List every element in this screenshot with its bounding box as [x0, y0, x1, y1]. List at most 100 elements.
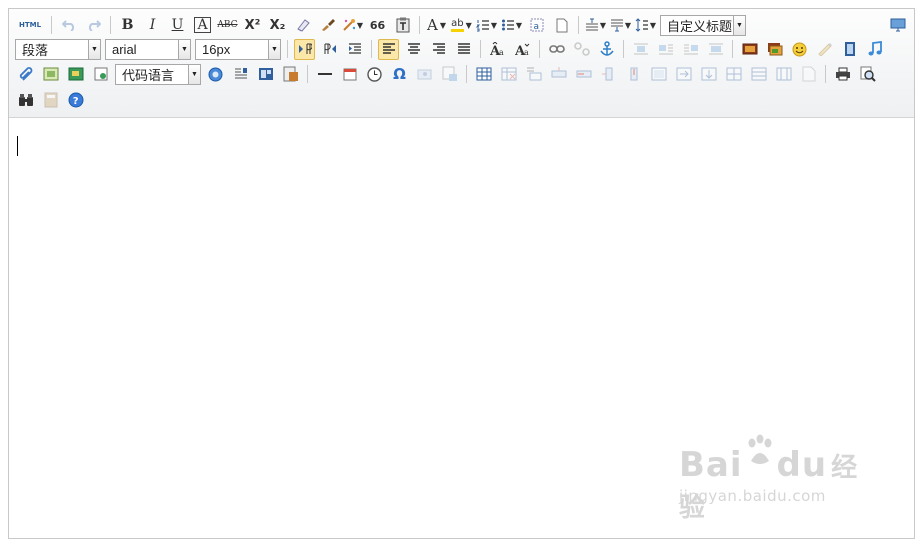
strikethrough-button[interactable]: ABC: [217, 15, 238, 36]
forecolor-button[interactable]: A ▼: [426, 15, 447, 36]
emotion-button[interactable]: [789, 39, 810, 60]
selectall-button[interactable]: a: [526, 15, 547, 36]
magic-wand-icon: [343, 19, 355, 31]
iframe-icon: [94, 67, 107, 81]
splittocols-button[interactable]: [773, 64, 794, 85]
svg-text:a: a: [499, 48, 504, 57]
unlink-button[interactable]: [571, 39, 592, 60]
time-button[interactable]: [364, 64, 385, 85]
justify-full-button[interactable]: [453, 39, 474, 60]
redo-button[interactable]: [83, 15, 104, 36]
unordered-list-icon: [502, 19, 514, 31]
rowspacingbottom-button[interactable]: ▼: [610, 15, 631, 36]
horizontal-rule-button[interactable]: [314, 64, 335, 85]
touppercase-button[interactable]: Aa: [487, 39, 508, 60]
italic-button[interactable]: I: [142, 15, 163, 36]
autotypeset-button[interactable]: ▼: [342, 15, 363, 36]
toolbar-row-1: HTML B I U A ABC X² X₂ ▼ 66 A ▼ ab ▼ ▼ ▼ a: [13, 13, 748, 37]
separator: [287, 40, 288, 58]
fontborder-button[interactable]: A: [192, 15, 213, 36]
special-chars-button[interactable]: Ω: [389, 64, 410, 85]
date-button[interactable]: [339, 64, 360, 85]
justify-right-button[interactable]: [428, 39, 449, 60]
text-caret: [17, 136, 18, 156]
print-button[interactable]: [832, 64, 853, 85]
bold-button[interactable]: B: [117, 15, 138, 36]
clear-document-icon: [556, 18, 567, 32]
indent-button[interactable]: [344, 39, 365, 60]
removeformat-button[interactable]: [292, 15, 313, 36]
insertrow-button[interactable]: [548, 64, 569, 85]
deleterow-button[interactable]: [573, 64, 594, 85]
justify-left-button[interactable]: [378, 38, 399, 60]
justify-center-button[interactable]: [403, 39, 424, 60]
drafts-button[interactable]: [40, 90, 61, 111]
image-right-icon: [683, 44, 698, 55]
insertframe-button[interactable]: [90, 64, 111, 85]
insertunorderedlist-button[interactable]: ▼: [501, 15, 522, 36]
ordered-list-icon: [476, 20, 489, 32]
gmap-button[interactable]: [65, 64, 86, 85]
image-none-button[interactable]: [630, 39, 651, 60]
source-html-button[interactable]: HTML: [15, 15, 45, 36]
undo-button[interactable]: [58, 15, 79, 36]
splittocells-button[interactable]: [723, 64, 744, 85]
blockquote-button[interactable]: 66: [367, 15, 388, 36]
image-left-button[interactable]: [655, 39, 676, 60]
searchreplace-button[interactable]: [15, 90, 36, 111]
attachment-button[interactable]: [15, 64, 36, 85]
image-right-button[interactable]: [680, 39, 701, 60]
charts-button[interactable]: [798, 64, 819, 85]
fullscreen-button[interactable]: [887, 14, 908, 35]
subscript-button[interactable]: X₂: [267, 15, 288, 36]
formatmatch-button[interactable]: [317, 15, 338, 36]
cleardoc-button[interactable]: [551, 15, 572, 36]
wordimage-button[interactable]: [439, 64, 460, 85]
help-button[interactable]: ?: [65, 90, 86, 111]
map-button[interactable]: [40, 64, 61, 85]
lineheight-button[interactable]: ▼: [635, 15, 656, 36]
mergeright-button[interactable]: [673, 64, 694, 85]
font-size-select[interactable]: 16px ▼: [195, 38, 281, 60]
link-button[interactable]: [546, 39, 567, 60]
deletecol-button[interactable]: [623, 64, 644, 85]
template-button[interactable]: [255, 64, 276, 85]
inserttable-button[interactable]: [473, 64, 494, 85]
insertparagraphbeforetable-button[interactable]: [523, 64, 544, 85]
pasteplain-button[interactable]: [392, 15, 413, 36]
insertimage-button[interactable]: [764, 39, 785, 60]
horizontal-line-icon: [317, 73, 332, 75]
mergedown-button[interactable]: [698, 64, 719, 85]
background-button[interactable]: [280, 64, 301, 85]
snapscreen-button[interactable]: [414, 64, 435, 85]
insertvideo-button[interactable]: [839, 39, 860, 60]
editor-content-area[interactable]: Bai du 经验 jingyan.baidu.com: [9, 118, 914, 538]
code-language-select[interactable]: 代码语言 ▼: [115, 63, 201, 85]
unlink-icon: [573, 42, 590, 56]
rowspacingtop-button[interactable]: ▼: [585, 15, 606, 36]
tolowercase-button[interactable]: Aa: [512, 39, 533, 60]
underline-button[interactable]: U: [167, 15, 188, 36]
mergecells-button[interactable]: [648, 64, 669, 85]
paragraph-select[interactable]: 段落 ▼: [15, 38, 101, 60]
directionality-rtl-button[interactable]: [319, 39, 340, 60]
image-center-button[interactable]: [705, 39, 726, 60]
directionality-ltr-button[interactable]: [294, 38, 315, 60]
music-button[interactable]: [864, 39, 885, 60]
pagebreak-button[interactable]: [230, 64, 251, 85]
superscript-button[interactable]: X²: [242, 15, 263, 36]
simpleupload-button[interactable]: [739, 39, 760, 60]
anchor-button[interactable]: [596, 39, 617, 60]
splittorows-button[interactable]: [748, 64, 769, 85]
deletetable-button[interactable]: [498, 64, 519, 85]
backcolor-button[interactable]: ab ▼: [451, 15, 472, 36]
scrawl-button[interactable]: [814, 39, 835, 60]
page-break-icon: [234, 68, 247, 79]
insertorderedlist-button[interactable]: ▼: [476, 15, 497, 36]
webapp-button[interactable]: [205, 64, 226, 85]
preview-button[interactable]: [857, 64, 878, 85]
custom-title-select[interactable]: 自定义标题 ▼: [660, 14, 746, 36]
font-family-select[interactable]: arial ▼: [105, 38, 191, 60]
insertcol-button[interactable]: [598, 64, 619, 85]
rtl-icon: [324, 43, 336, 54]
